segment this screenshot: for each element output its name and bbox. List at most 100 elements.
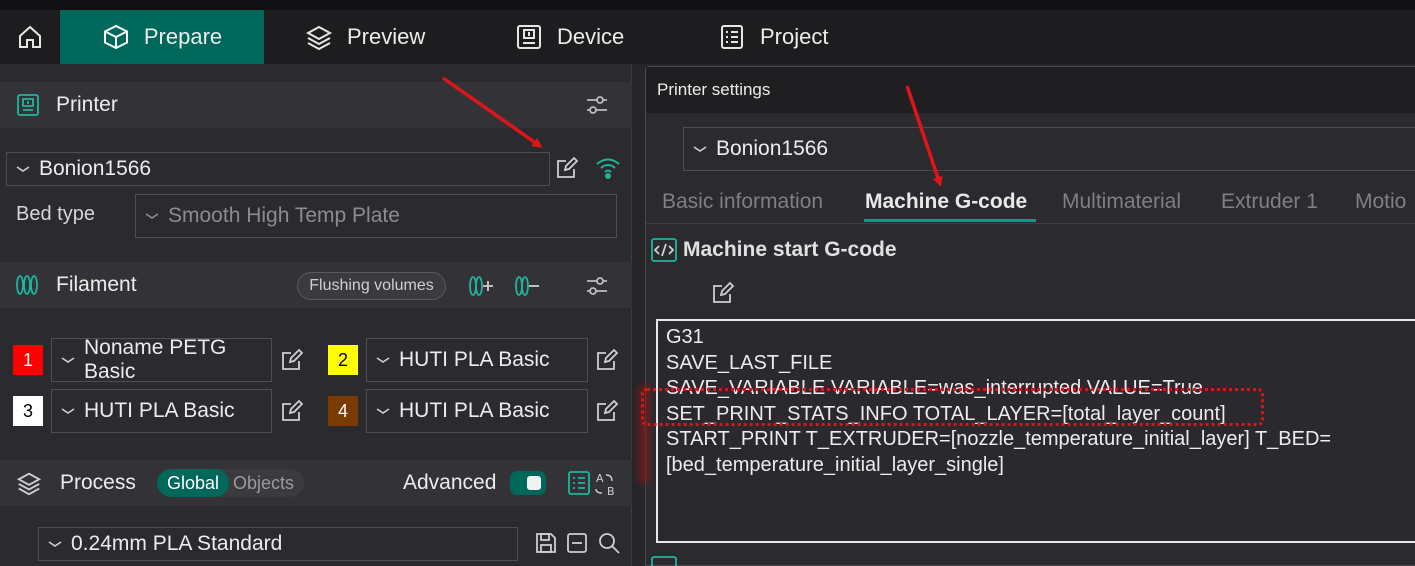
home-button[interactable] [0, 10, 60, 64]
filament-slot-number[interactable]: 2 [328, 345, 358, 375]
add-filament-button[interactable] [466, 272, 496, 300]
edit-icon [282, 399, 304, 421]
filament-select-1[interactable]: Noname PETG Basic [51, 336, 272, 383]
compare-presets-button[interactable]: AB [566, 469, 622, 497]
top-navigation-bar: Prepare Preview Device Project [0, 0, 1415, 64]
process-preset-select[interactable]: 0.24mm PLA Standard [38, 527, 518, 561]
filament-name: Noname PETG Basic [84, 336, 227, 383]
chevron-down-icon [144, 211, 160, 221]
bed-type-label: Bed type [16, 203, 95, 225]
svg-text:B: B [607, 485, 615, 497]
layers-icon [305, 25, 333, 51]
filament-icon [14, 273, 40, 297]
printer-select-value: Bonion1566 [39, 157, 152, 180]
edit-icon [597, 348, 619, 370]
tab-prepare[interactable]: Prepare [60, 10, 264, 64]
filament-settings-button[interactable] [582, 271, 612, 301]
machine-start-gcode-title: Machine start G-code [683, 238, 897, 261]
tab-project[interactable]: Project [718, 10, 828, 64]
chevron-down-icon [47, 539, 63, 549]
filament-slot-number[interactable]: 4 [328, 396, 358, 426]
edit-icon [557, 156, 579, 178]
search-preset-button[interactable] [596, 530, 622, 556]
wifi-icon [596, 158, 620, 179]
advanced-label: Advanced [403, 471, 497, 494]
filament-slot-number[interactable]: 1 [13, 345, 43, 375]
chevron-down-icon [692, 144, 708, 154]
global-option[interactable]: Global [157, 469, 230, 497]
svg-text:A: A [596, 472, 604, 485]
edit-filament-button[interactable] [593, 346, 621, 374]
sliders-icon [587, 277, 607, 295]
filament-slot-number[interactable]: 3 [13, 396, 43, 426]
tabs-divider [646, 223, 1415, 224]
chevron-down-icon [60, 355, 76, 365]
advanced-toggle[interactable] [510, 471, 546, 495]
printer-select[interactable]: Bonion1566 [6, 152, 550, 186]
remove-filament-icon [515, 276, 539, 296]
printer-section-header: Printer [0, 82, 632, 128]
edit-printer-button[interactable] [553, 154, 581, 182]
edit-icon [713, 281, 735, 303]
filament-name: HUTI PLA Basic [399, 348, 550, 371]
start-gcode-editor[interactable]: G31 SAVE_LAST_FILE SAVE_VARIABLE VARIABL… [656, 319, 1415, 543]
tab-extruder-1[interactable]: Extruder 1 [1221, 190, 1318, 214]
tab-label: Project [760, 24, 829, 49]
home-icon [19, 25, 41, 48]
process-section-title: Process [60, 471, 136, 494]
minus-box-icon [567, 533, 587, 553]
edit-icon [597, 399, 619, 421]
active-tab-indicator [864, 219, 1036, 222]
filament-select-3[interactable]: HUTI PLA Basic [51, 389, 272, 433]
printer-section-title: Printer [56, 93, 118, 116]
chevron-down-icon [375, 406, 391, 416]
code-icon [651, 556, 677, 566]
filament-select-4[interactable]: HUTI PLA Basic [366, 389, 588, 433]
chevron-down-icon [60, 406, 76, 416]
dialog-title: Printer settings [646, 67, 1415, 113]
annotation-highlight-box [641, 388, 1264, 426]
tab-motion[interactable]: Motio [1355, 190, 1406, 214]
tab-device[interactable]: Device [515, 10, 624, 64]
edit-filament-button[interactable] [278, 397, 306, 425]
layers-icon [16, 470, 42, 496]
tab-basic-information[interactable]: Basic information [662, 190, 823, 214]
filament-name: HUTI PLA Basic [84, 399, 235, 422]
process-preset-value: 0.24mm PLA Standard [71, 532, 283, 555]
filament-section-title: Filament [56, 273, 137, 296]
sliders-icon [587, 96, 607, 114]
objects-option[interactable]: Objects [229, 473, 302, 494]
flushing-volumes-button[interactable]: Flushing volumes [297, 272, 446, 300]
tab-label: Device [557, 24, 625, 49]
delete-preset-button[interactable] [564, 530, 590, 556]
tab-machine-gcode[interactable]: Machine G-code [865, 190, 1027, 214]
bed-type-select[interactable]: Smooth High Temp Plate [135, 194, 617, 238]
remove-filament-button[interactable] [512, 272, 542, 300]
chevron-down-icon [15, 164, 31, 174]
filament-select-2[interactable]: HUTI PLA Basic [366, 338, 588, 382]
code-icon [651, 237, 677, 263]
tab-preview[interactable]: Preview [305, 10, 425, 64]
filament-name: HUTI PLA Basic [399, 399, 550, 422]
edit-gcode-button[interactable] [709, 279, 737, 307]
save-icon [536, 533, 556, 553]
edit-filament-button[interactable] [593, 397, 621, 425]
edit-filament-button[interactable] [278, 346, 306, 374]
search-icon [599, 533, 620, 554]
window-strip [0, 0, 1415, 10]
printer-icon [16, 93, 40, 117]
dialog-printer-select[interactable]: Bonion1566 [683, 127, 1415, 171]
dialog-printer-value: Bonion1566 [716, 137, 829, 160]
printer-settings-button[interactable] [582, 90, 612, 120]
save-preset-button[interactable] [534, 530, 558, 556]
gcode-line: [bed_temperature_initial_layer_single] [666, 453, 1004, 476]
tab-multimaterial[interactable]: Multimaterial [1062, 190, 1181, 214]
add-filament-icon [469, 276, 493, 296]
wifi-button[interactable] [594, 153, 622, 183]
list-icon [721, 25, 743, 49]
cube-icon [103, 24, 128, 50]
process-scope-toggle: Global Objects [157, 469, 304, 497]
bed-type-value: Smooth High Temp Plate [168, 204, 400, 227]
gcode-line: G31 [666, 326, 704, 348]
gcode-line: SAVE_LAST_FILE [666, 351, 833, 374]
